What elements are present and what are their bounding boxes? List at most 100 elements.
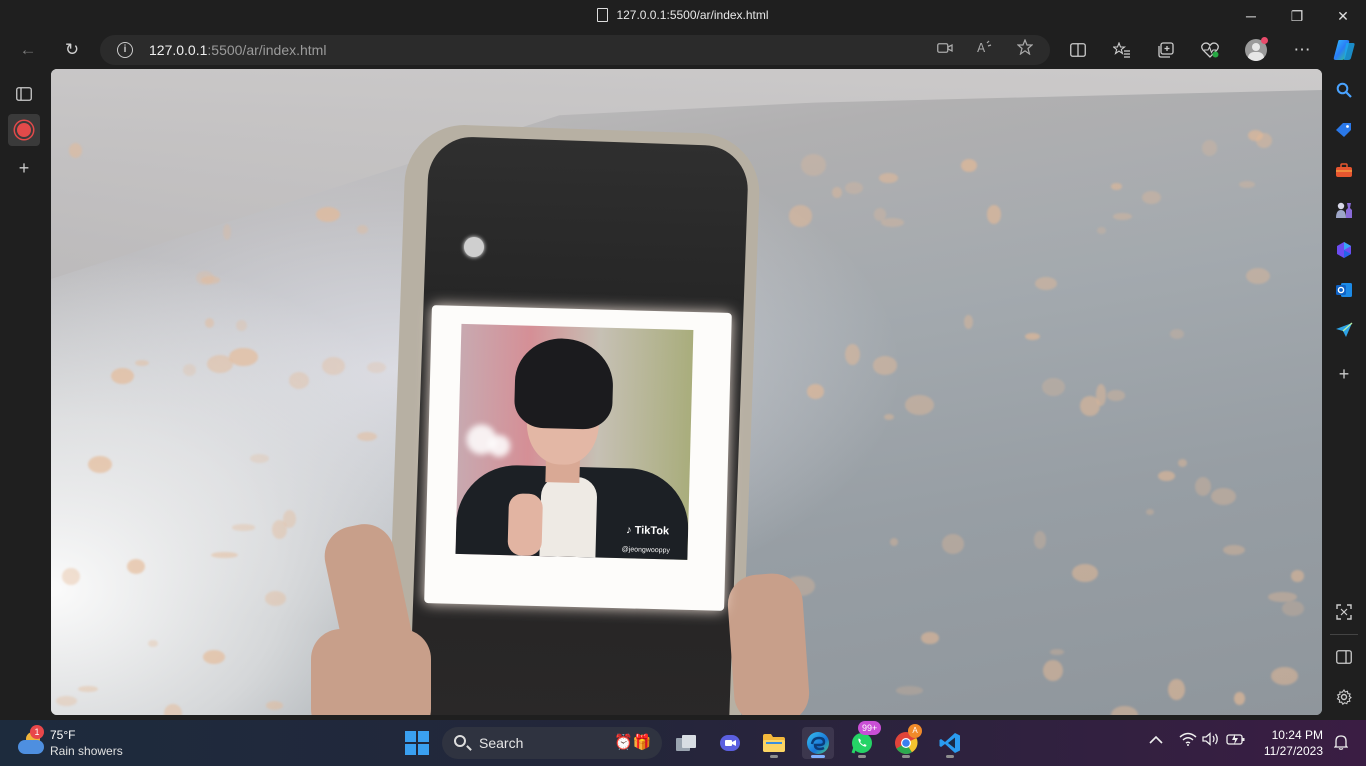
- blanket-speck: [265, 590, 286, 607]
- settings-more-button[interactable]: ⋯: [1288, 36, 1316, 64]
- chrome-profile-badge: A: [908, 724, 922, 738]
- notification-bell-icon[interactable]: [1333, 734, 1349, 750]
- blanket-speck: [201, 276, 220, 284]
- battery-icon[interactable]: [1226, 732, 1246, 750]
- person-hair: [513, 337, 615, 430]
- search-highlight-icon: ⏰🎁: [614, 734, 652, 751]
- copilot-icon[interactable]: [1330, 36, 1358, 64]
- address-bar[interactable]: i 127.0.0.1:5500/ar/index.html A: [100, 35, 1050, 65]
- taskbar-search[interactable]: Search ⏰🎁: [442, 727, 662, 759]
- blanket-speck: [68, 142, 82, 158]
- tools-icon[interactable]: [1330, 156, 1358, 184]
- microsoft-365-icon[interactable]: [1330, 236, 1358, 264]
- windows-taskbar: 1 75°F Rain showers Search ⏰🎁 99+ A 10:2…: [0, 720, 1366, 766]
- minimize-button[interactable]: ─: [1228, 0, 1274, 32]
- restore-button[interactable]: ❐: [1274, 0, 1320, 32]
- recording-indicator-icon: [17, 123, 31, 137]
- task-view-button[interactable]: [670, 727, 702, 759]
- running-indicator: [858, 755, 866, 758]
- person-shirt: [539, 476, 598, 558]
- blanket-speck: [356, 225, 368, 235]
- profile-notification-dot: [1261, 37, 1268, 44]
- blanket-speck: [1170, 328, 1184, 339]
- blanket-speck: [250, 454, 269, 463]
- games-icon[interactable]: [1330, 196, 1358, 224]
- url-text[interactable]: 127.0.0.1:5500/ar/index.html: [149, 42, 326, 58]
- volume-icon[interactable]: [1202, 732, 1220, 750]
- blanket-speck: [236, 319, 247, 332]
- tab-actions-icon[interactable]: [10, 80, 38, 108]
- vscode-icon[interactable]: [934, 727, 966, 759]
- ar-camera-view[interactable]: ♪ TikTok @jeongwooppy: [51, 69, 1322, 715]
- blanket-speck: [807, 383, 824, 399]
- camera-permission-icon[interactable]: [934, 39, 956, 61]
- search-icon: [454, 735, 466, 747]
- blanket-speck: [61, 567, 80, 586]
- blanket-speck: [1145, 508, 1154, 515]
- blanket-speck: [1271, 666, 1299, 685]
- system-clock[interactable]: 10:24 PM 11/27/2023: [1264, 727, 1323, 759]
- blanket-speck: [272, 519, 287, 539]
- tab-recording[interactable]: [8, 114, 40, 146]
- svg-text:A: A: [977, 41, 986, 54]
- edge-sidebar: +: [1322, 68, 1366, 720]
- add-sidebar-app-button[interactable]: +: [1330, 360, 1358, 388]
- collections-icon[interactable]: [1152, 36, 1180, 64]
- hide-sidebar-icon[interactable]: [1330, 643, 1358, 671]
- blanket-speck: [211, 551, 239, 558]
- blanket-speck: [883, 413, 894, 420]
- wifi-icon[interactable]: [1179, 732, 1197, 750]
- blanket-speck: [183, 363, 196, 377]
- running-indicator: [902, 755, 910, 758]
- screenshot-icon[interactable]: [1330, 598, 1358, 626]
- teams-chat-icon[interactable]: [714, 727, 746, 759]
- drop-send-icon[interactable]: [1330, 316, 1358, 344]
- start-button[interactable]: [401, 727, 433, 759]
- blanket-speck: [960, 159, 977, 173]
- profile-avatar[interactable]: [1242, 36, 1270, 64]
- hand-left-palm: [311, 629, 431, 715]
- favorite-star-icon[interactable]: [1014, 38, 1036, 61]
- phone-camera-flash: [464, 237, 484, 257]
- blanket-speck: [1035, 277, 1057, 291]
- blanket-speck: [1107, 390, 1126, 401]
- blanket-speck: [1080, 395, 1100, 417]
- sidebar-divider: [1330, 634, 1358, 635]
- blanket-speck: [1043, 659, 1063, 682]
- blanket-speck: [1041, 377, 1065, 396]
- blanket-speck: [1194, 476, 1212, 496]
- favorites-icon[interactable]: [1108, 36, 1136, 64]
- show-hidden-icons-button[interactable]: [1149, 732, 1163, 749]
- window-title-text: 127.0.0.1:5500/ar/index.html: [616, 8, 769, 22]
- outlook-icon[interactable]: [1330, 276, 1358, 304]
- edge-taskbar-icon[interactable]: [802, 727, 834, 759]
- back-button[interactable]: ←: [14, 36, 42, 64]
- new-tab-button[interactable]: +: [10, 154, 38, 182]
- title-bar: 127.0.0.1:5500/ar/index.html ─ ❐ ✕: [0, 0, 1366, 32]
- read-aloud-icon[interactable]: A: [974, 39, 996, 61]
- document-icon: [597, 8, 609, 22]
- whatsapp-icon[interactable]: 99+: [846, 721, 882, 759]
- blanket-speck: [845, 343, 860, 366]
- blanket-speck: [1234, 691, 1245, 705]
- refresh-button[interactable]: ↻: [58, 36, 86, 64]
- chrome-icon[interactable]: A: [890, 724, 922, 759]
- ar-target-card: ♪ TikTok @jeongwooppy: [424, 305, 732, 611]
- hand-right-fingers: [725, 571, 812, 715]
- blanket-speck: [921, 632, 939, 645]
- weather-condition: Rain showers: [50, 744, 123, 758]
- tiktok-watermark: ♪ TikTok: [625, 524, 670, 538]
- file-explorer-icon[interactable]: [758, 727, 790, 759]
- browser-toolbar: ← ↻ i 127.0.0.1:5500/ar/index.html A ⋯: [0, 32, 1366, 68]
- site-info-icon[interactable]: i: [117, 42, 133, 58]
- weather-badge: 1: [30, 725, 44, 739]
- close-button[interactable]: ✕: [1320, 0, 1366, 32]
- blanket-speck: [1291, 570, 1305, 582]
- blanket-speck: [889, 537, 899, 546]
- search-icon[interactable]: [1330, 76, 1358, 104]
- shopping-tag-icon[interactable]: [1330, 116, 1358, 144]
- browser-essentials-icon[interactable]: [1196, 36, 1224, 64]
- sidebar-settings-icon[interactable]: [1330, 683, 1358, 711]
- blanket-speck: [231, 524, 256, 531]
- split-screen-icon[interactable]: [1064, 36, 1092, 64]
